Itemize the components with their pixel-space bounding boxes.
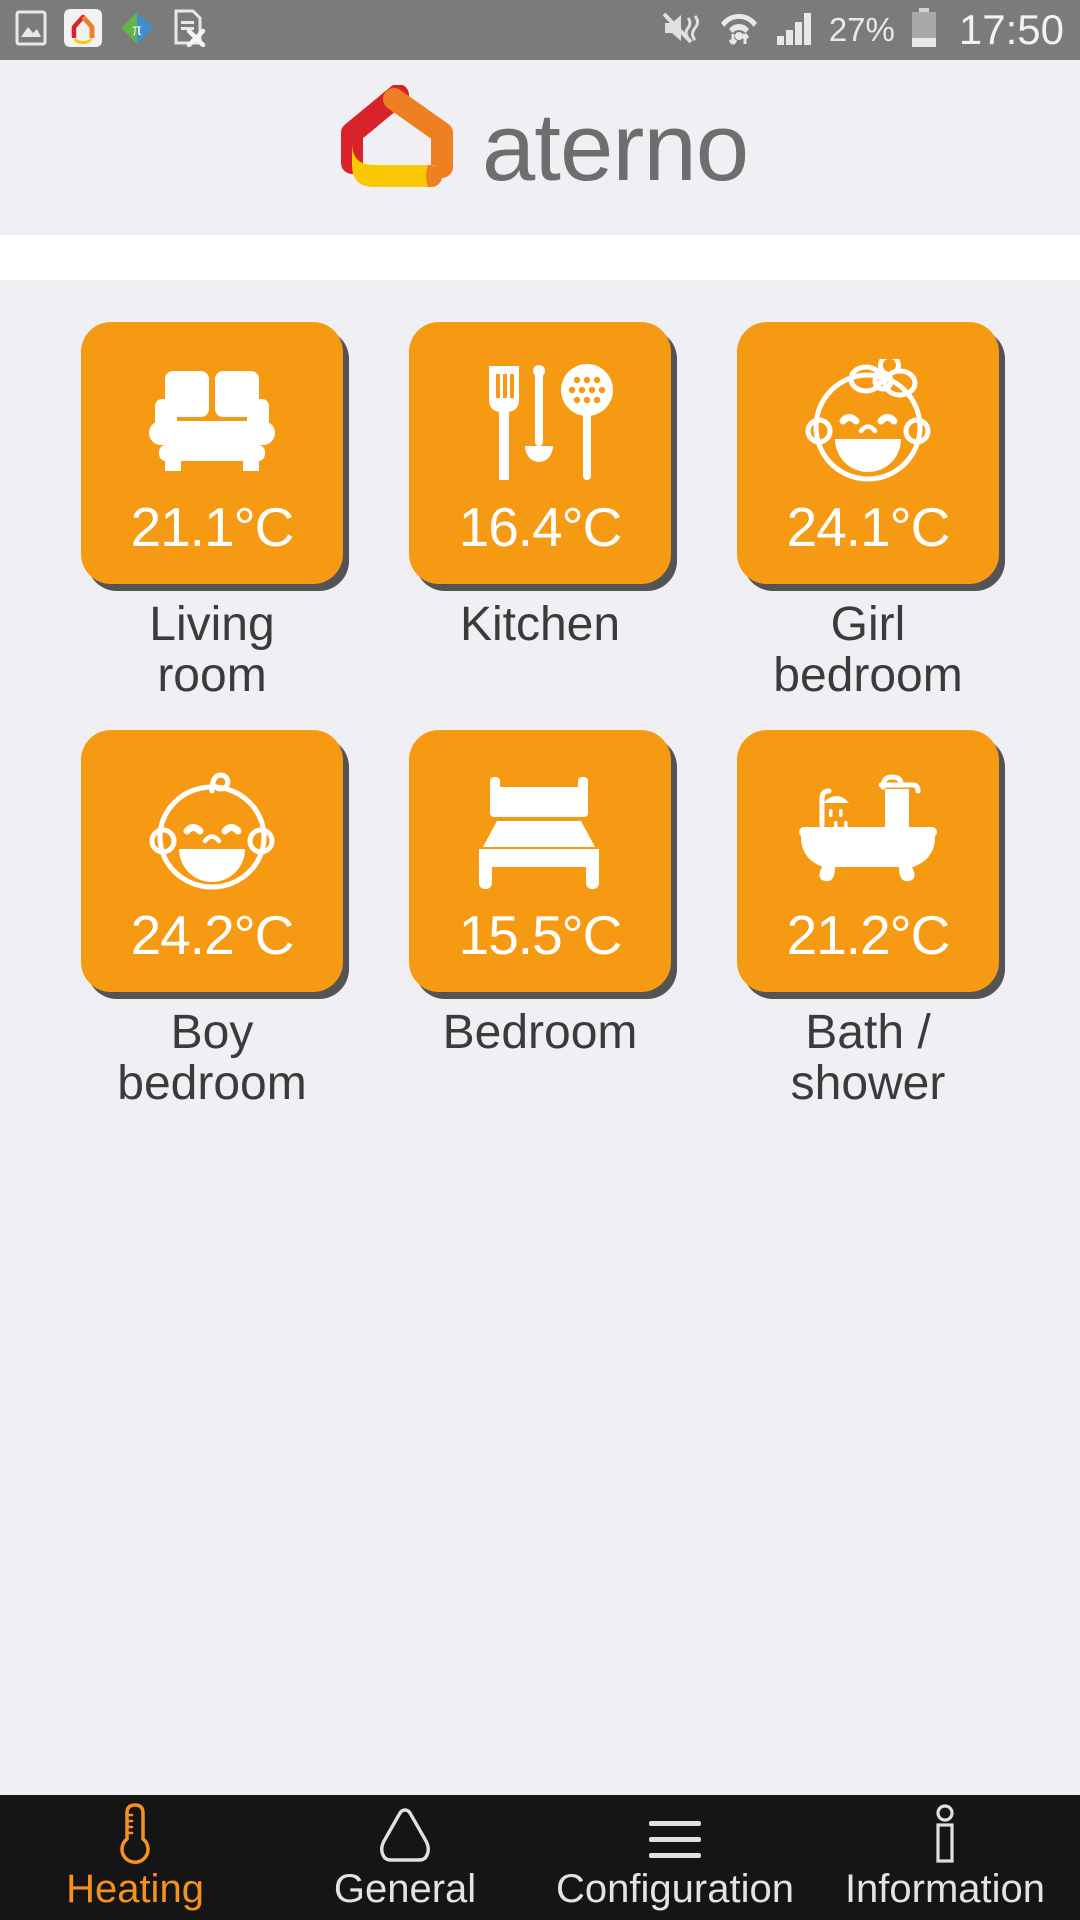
mute-vibrate-icon [661, 9, 703, 52]
room-cell-girl-bedroom: 24.1°C Girl bedroom [704, 322, 1032, 702]
battery-icon [909, 7, 939, 54]
room-temperature: 24.1°C [786, 496, 951, 558]
main-content: 21.1°C Living room 16.4°C Kitchen 24.1°C… [0, 280, 1080, 1840]
room-cell-kitchen: 16.4°C Kitchen [376, 322, 704, 702]
nav-label-heating: Heating [66, 1866, 204, 1911]
room-tile-grid: 21.1°C Living room 16.4°C Kitchen 24.1°C… [0, 322, 1080, 1110]
aterno-app-icon [64, 8, 102, 52]
battery-percentage: 27% [828, 11, 895, 48]
house-outline-icon [374, 1807, 436, 1865]
room-cell-living-room: 21.1°C Living room [48, 322, 376, 702]
room-cell-bath-shower: 21.2°C Bath / shower [704, 729, 1032, 1110]
nav-label-configuration: Configuration [556, 1866, 794, 1911]
bathtub-icon [793, 756, 943, 906]
gallery-image-icon [14, 10, 48, 51]
header-divider-bar [0, 235, 1080, 280]
bottom-navigation-bar: Heating General Configuration Informatio… [0, 1795, 1080, 1920]
baby-boy-icon [137, 756, 287, 906]
hamburger-menu-icon [643, 1807, 707, 1865]
no-sim-card-icon [172, 9, 206, 52]
utensils-icon [465, 348, 615, 498]
aterno-wordmark: aterno [481, 93, 749, 201]
clock-time: 17:50 [958, 6, 1064, 53]
room-label: Bedroom [442, 1005, 638, 1059]
aterno-logo: aterno [332, 84, 749, 210]
room-temperature: 16.4°C [458, 496, 623, 558]
nav-item-information[interactable]: Information [810, 1795, 1080, 1920]
svg-text:π: π [132, 19, 141, 39]
info-icon [928, 1803, 962, 1865]
room-label: Kitchen [459, 598, 621, 651]
thermometer-icon [112, 1802, 158, 1865]
room-label: Bath / shower [790, 1005, 946, 1110]
nav-item-heating[interactable]: Heating [0, 1795, 270, 1920]
nav-item-configuration[interactable]: Configuration [540, 1795, 810, 1920]
room-tile-boy-bedroom[interactable]: 24.2°C [81, 729, 343, 992]
nav-item-general[interactable]: General [270, 1795, 540, 1920]
bed-icon [465, 756, 615, 906]
sofa-icon [137, 348, 287, 498]
nav-label-general: General [333, 1866, 477, 1911]
nav-label-information: Information [844, 1866, 1046, 1911]
room-tile-kitchen[interactable]: 16.4°C [409, 322, 671, 584]
multi-window-icon: π [118, 9, 156, 52]
room-label: Girl bedroom [773, 598, 963, 702]
app-header: aterno [0, 60, 1080, 235]
baby-girl-icon [793, 348, 943, 498]
room-temperature: 24.2°C [130, 903, 295, 966]
room-label: Boy bedroom [117, 1005, 307, 1110]
room-temperature: 21.1°C [130, 496, 295, 558]
room-temperature: 15.5°C [458, 903, 623, 966]
cellular-signal-icon [775, 9, 815, 52]
status-bar: π 27% 17:50 [0, 0, 1080, 60]
status-bar-right-icons: 27% 17:50 [661, 6, 1066, 54]
status-bar-left-icons: π [14, 8, 206, 52]
aterno-house-logo-icon [332, 84, 464, 210]
room-temperature: 21.2°C [786, 903, 951, 966]
room-cell-bedroom: 15.5°C Bedroom [376, 729, 704, 1110]
wifi-icon [717, 8, 761, 53]
room-tile-girl-bedroom[interactable]: 24.1°C [737, 322, 999, 584]
room-tile-bath-shower[interactable]: 21.2°C [737, 729, 999, 992]
room-tile-living-room[interactable]: 21.1°C [81, 322, 343, 584]
room-tile-bedroom[interactable]: 15.5°C [409, 729, 671, 992]
room-label: Living room [149, 598, 275, 702]
room-cell-boy-bedroom: 24.2°C Boy bedroom [48, 729, 376, 1110]
